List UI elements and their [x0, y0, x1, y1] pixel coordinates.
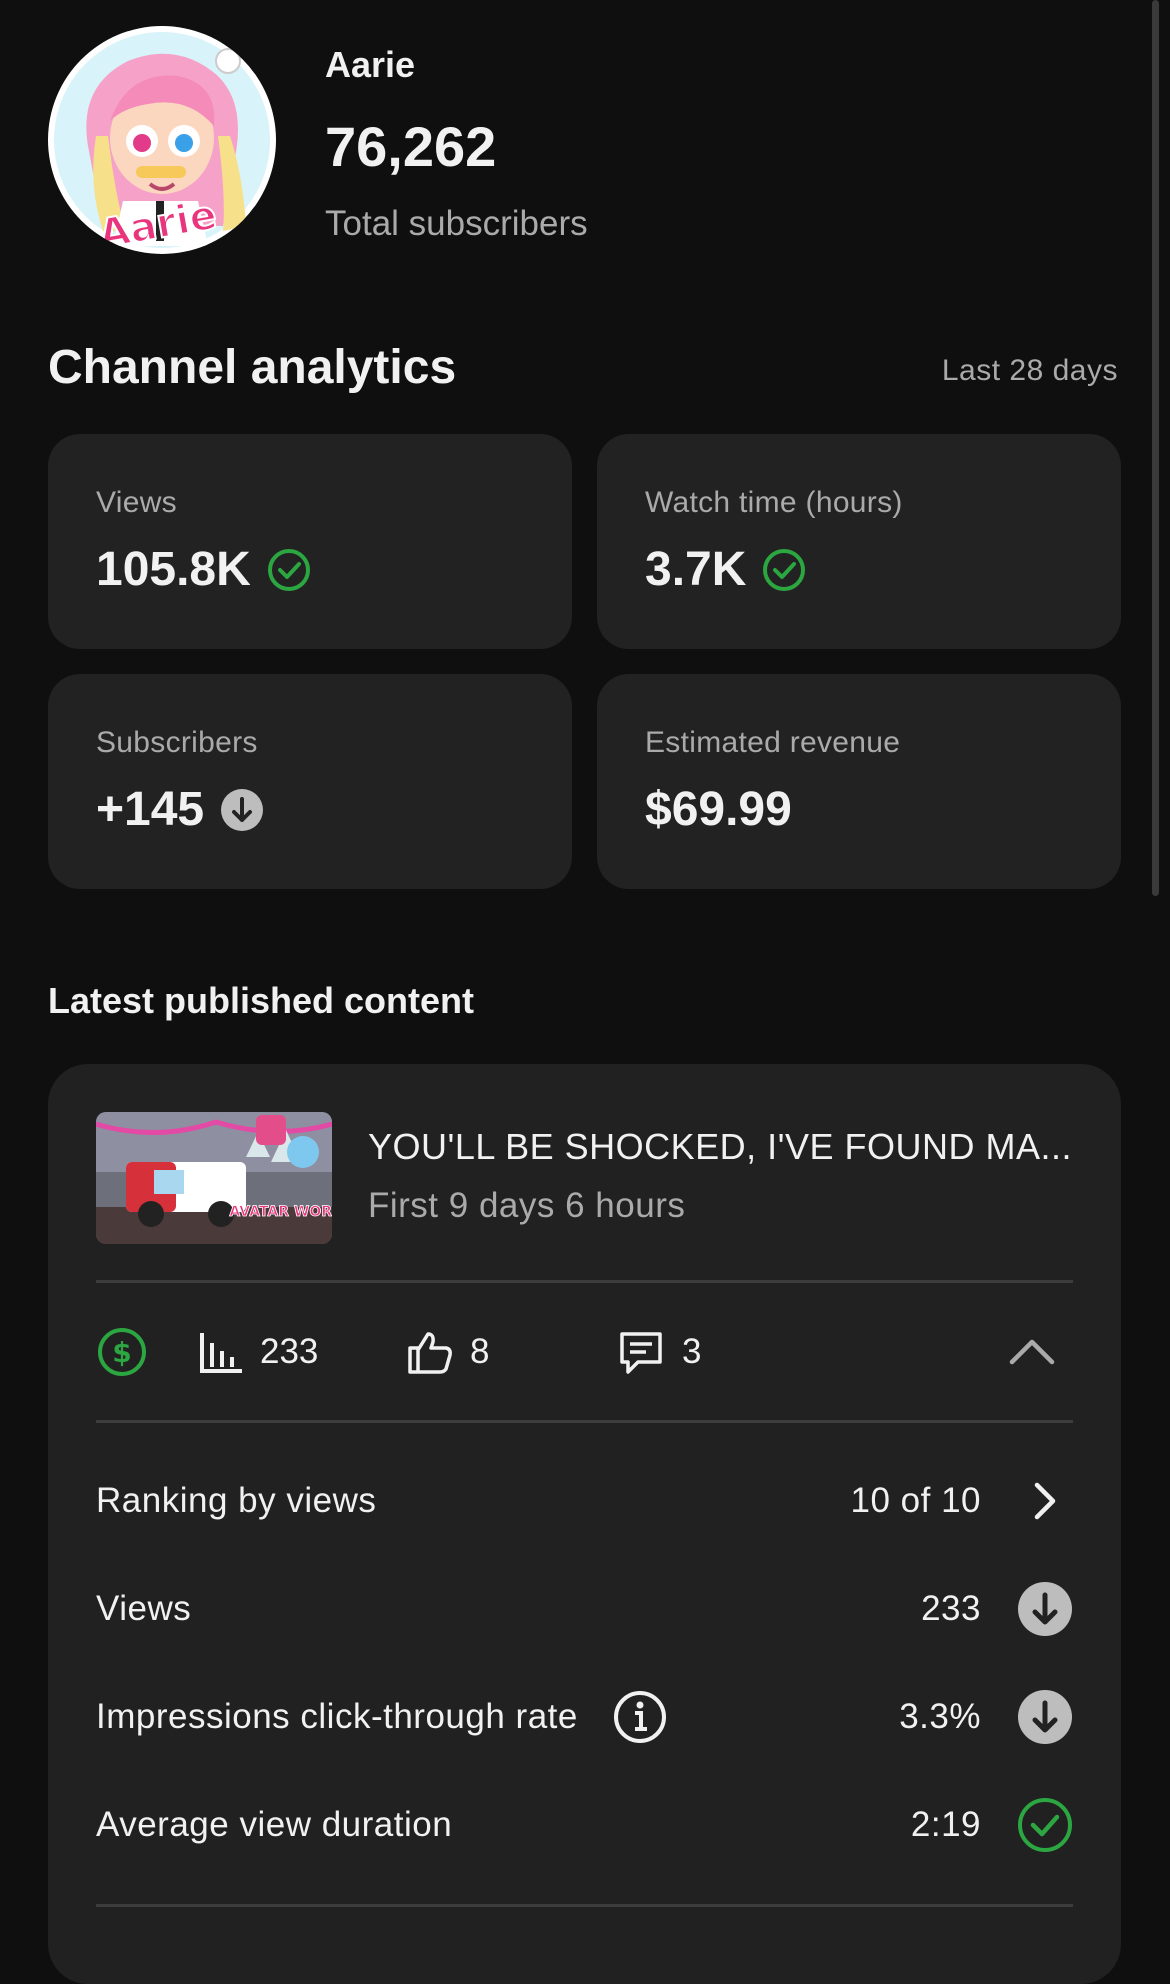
thumbs-up-icon — [408, 1332, 452, 1374]
divider — [96, 1904, 1073, 1907]
ranking-label: Ranking by views — [96, 1481, 377, 1520]
channel-avatar[interactable]: Aarie — [48, 26, 276, 254]
subscribers-card[interactable]: Subscribers +145 — [48, 674, 572, 889]
ranking-value: 10 of 10 — [850, 1481, 981, 1520]
bar-chart-icon — [200, 1333, 242, 1373]
thumbnail-illustration: AVATAR WORLD — [96, 1112, 332, 1244]
latest-content-title: Latest published content — [48, 980, 475, 1021]
ranking-row[interactable]: Ranking by views 10 of 10 — [96, 1466, 1073, 1536]
check-circle-icon — [267, 548, 310, 591]
video-comments-value: 3 — [682, 1332, 702, 1371]
video-views-value: 233 — [260, 1332, 319, 1371]
revenue-card[interactable]: Estimated revenue $69.99 — [597, 674, 1121, 889]
views-row-value: 233 — [921, 1589, 981, 1628]
ctr-row-value: 3.3% — [899, 1697, 981, 1736]
thumbnail-logo-text: AVATAR WORLD — [229, 1204, 332, 1220]
svg-text:$: $ — [112, 1336, 131, 1369]
video-likes-value: 8 — [470, 1332, 490, 1371]
period-label: Last 28 days — [941, 354, 1118, 387]
video-stats-row: $ 233 8 3 — [96, 1302, 1073, 1402]
channel-name: Aarie — [325, 44, 416, 85]
total-subscribers-value: 76,262 — [325, 115, 497, 178]
views-label: Views — [96, 486, 177, 519]
down-arrow-icon — [221, 788, 264, 831]
revenue-value-row: $69.99 — [645, 782, 792, 837]
ctr-row-label: Impressions click-through rate — [96, 1697, 578, 1736]
ctr-label-group: Impressions click-through rate — [96, 1689, 668, 1745]
comment-icon — [620, 1332, 662, 1374]
watch-time-label: Watch time (hours) — [645, 486, 903, 519]
monetization-status[interactable]: $ — [96, 1302, 148, 1402]
divider — [96, 1280, 1073, 1283]
info-icon[interactable] — [612, 1689, 668, 1745]
ctr-row: Impressions click-through rate 3.3% — [96, 1682, 1073, 1752]
subscribers-value-row: +145 — [96, 782, 264, 837]
views-row-label: Views — [96, 1589, 192, 1628]
revenue-label: Estimated revenue — [645, 726, 901, 759]
watch-time-value-row: 3.7K — [645, 542, 806, 597]
subscribers-value: +145 — [96, 783, 205, 836]
video-views-stat[interactable]: 233 — [198, 1302, 318, 1402]
watch-time-value: 3.7K — [645, 543, 747, 596]
latest-content-card: AVATAR WORLD YOU'LL BE SHOCKED, I'VE FOU… — [48, 1064, 1121, 1984]
video-likes-stat[interactable]: 8 — [406, 1302, 489, 1402]
chevron-up-icon[interactable] — [1008, 1334, 1056, 1368]
chevron-right-icon — [1034, 1482, 1056, 1520]
avg-duration-label: Average view duration — [96, 1805, 453, 1844]
divider — [96, 1420, 1073, 1423]
video-period: First 9 days 6 hours — [368, 1186, 686, 1225]
channel-analytics-title: Channel analytics — [48, 341, 457, 394]
video-title[interactable]: YOU'LL BE SHOCKED, I'VE FOUND MA... — [368, 1126, 1072, 1168]
down-arrow-icon — [1018, 1582, 1072, 1636]
check-circle-icon — [1018, 1798, 1072, 1852]
dollar-circle-icon: $ — [98, 1328, 146, 1376]
views-row: Views 233 — [96, 1574, 1073, 1644]
video-comments-stat[interactable]: 3 — [616, 1302, 701, 1402]
watch-time-card[interactable]: Watch time (hours) 3.7K — [597, 434, 1121, 649]
views-value-row: 105.8K — [96, 542, 311, 597]
views-card[interactable]: Views 105.8K — [48, 434, 572, 649]
scrollbar[interactable] — [1152, 0, 1159, 896]
avg-duration-value: 2:19 — [910, 1805, 981, 1844]
video-thumbnail[interactable]: AVATAR WORLD — [96, 1112, 332, 1244]
down-arrow-icon — [1018, 1690, 1072, 1744]
avatar-illustration: Aarie — [54, 32, 270, 254]
check-circle-icon — [763, 548, 806, 591]
total-subscribers-label: Total subscribers — [325, 204, 588, 243]
avg-duration-row: Average view duration 2:19 — [96, 1790, 1073, 1860]
subscribers-label: Subscribers — [96, 726, 258, 759]
revenue-value: $69.99 — [645, 783, 792, 836]
views-value: 105.8K — [96, 543, 251, 596]
channel-header: Aarie Aarie 76,262 Total subscribers — [48, 26, 1128, 256]
